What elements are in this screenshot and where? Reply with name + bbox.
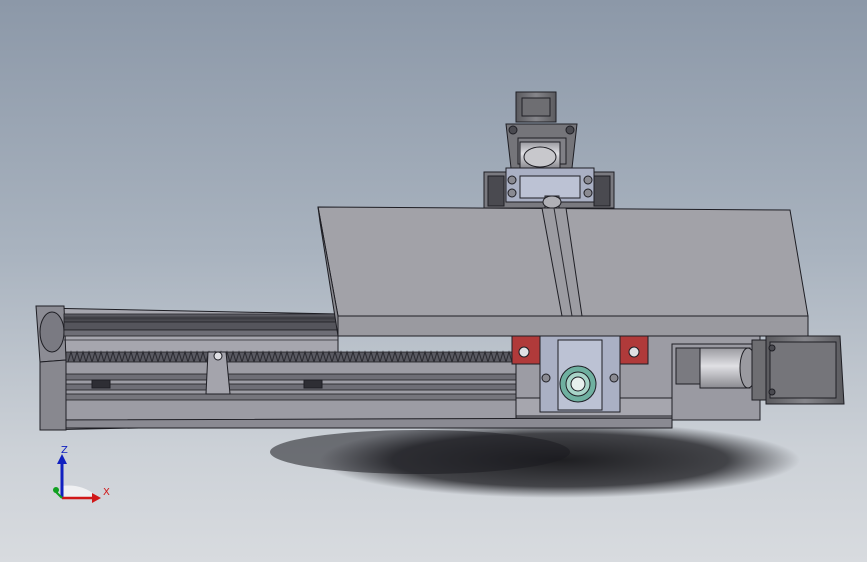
x-axis-motor[interactable] [751,335,845,405]
graphics-viewport[interactable]: Z X [0,0,867,562]
z-axis-label: Z [61,445,68,456]
y-axis-coupler [519,141,561,169]
ground-shadow [270,422,800,498]
x-axis-arrow [92,493,101,503]
x-axis-gear-rack [65,350,519,363]
bearing-ring [559,365,597,403]
y-axis-tip [53,487,59,493]
view-orientation-triad[interactable]: Z X [40,440,120,510]
x-axis-coupler [675,347,757,389]
cad-model-view[interactable] [0,0,867,562]
x-axis-label: X [103,487,110,498]
top-table-plate[interactable] [317,206,809,337]
